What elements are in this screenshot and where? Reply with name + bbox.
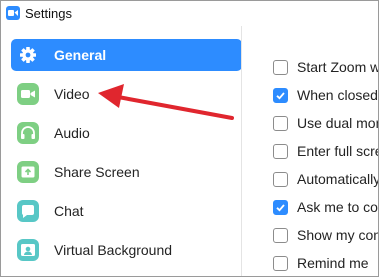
general-settings-panel: Start Zoom wh When closed, Use dual mon … <box>242 26 378 276</box>
sidebar-item-label: Virtual Background <box>54 242 173 258</box>
checkbox[interactable] <box>273 172 288 187</box>
sidebar-item-share-screen[interactable]: Share Screen <box>11 156 241 188</box>
checkbox[interactable] <box>273 256 288 271</box>
video-camera-icon <box>17 83 39 105</box>
checkbox-checked[interactable] <box>273 88 288 103</box>
sidebar-item-label: Audio <box>54 125 90 141</box>
sidebar-item-video[interactable]: Video <box>11 78 241 110</box>
checkbox[interactable] <box>273 60 288 75</box>
sidebar-item-label: Share Screen <box>54 164 140 180</box>
option-label: Show my conn <box>297 227 378 243</box>
virtual-background-icon <box>17 239 39 261</box>
option-label: Remind me <box>297 255 369 271</box>
checkbox-checked[interactable] <box>273 200 288 215</box>
share-screen-icon <box>17 161 39 183</box>
window-title: Settings <box>25 6 72 21</box>
option-label: When closed, <box>297 87 378 103</box>
settings-window: Settings General Video Audio Share Scree… <box>0 0 379 277</box>
option-label: Automatically <box>297 171 378 187</box>
option-label: Start Zoom wh <box>297 59 378 75</box>
checkbox[interactable] <box>273 116 288 131</box>
option-label: Ask me to con <box>297 199 378 215</box>
sidebar-item-general[interactable]: General <box>11 39 242 71</box>
option-label: Use dual mon <box>297 115 378 131</box>
sidebar-item-label: General <box>54 47 107 63</box>
checkbox[interactable] <box>273 144 288 159</box>
sidebar-item-virtual-background[interactable]: Virtual Background <box>11 234 241 266</box>
headphones-icon <box>17 122 39 144</box>
gear-icon <box>17 44 39 66</box>
zoom-app-icon <box>6 6 20 20</box>
option-label: Enter full scre <box>297 143 378 159</box>
checkmark-icon <box>276 92 285 100</box>
sidebar-item-label: Chat <box>54 203 84 219</box>
sidebar-item-audio[interactable]: Audio <box>11 117 241 149</box>
title-bar: Settings <box>1 1 378 26</box>
chat-bubble-icon <box>17 200 39 222</box>
checkbox[interactable] <box>273 228 288 243</box>
checkmark-icon <box>276 204 285 212</box>
sidebar-item-chat[interactable]: Chat <box>11 195 241 227</box>
settings-sidebar: General Video Audio Share Screen Chat Vi… <box>1 26 242 276</box>
sidebar-item-label: Video <box>54 86 90 102</box>
